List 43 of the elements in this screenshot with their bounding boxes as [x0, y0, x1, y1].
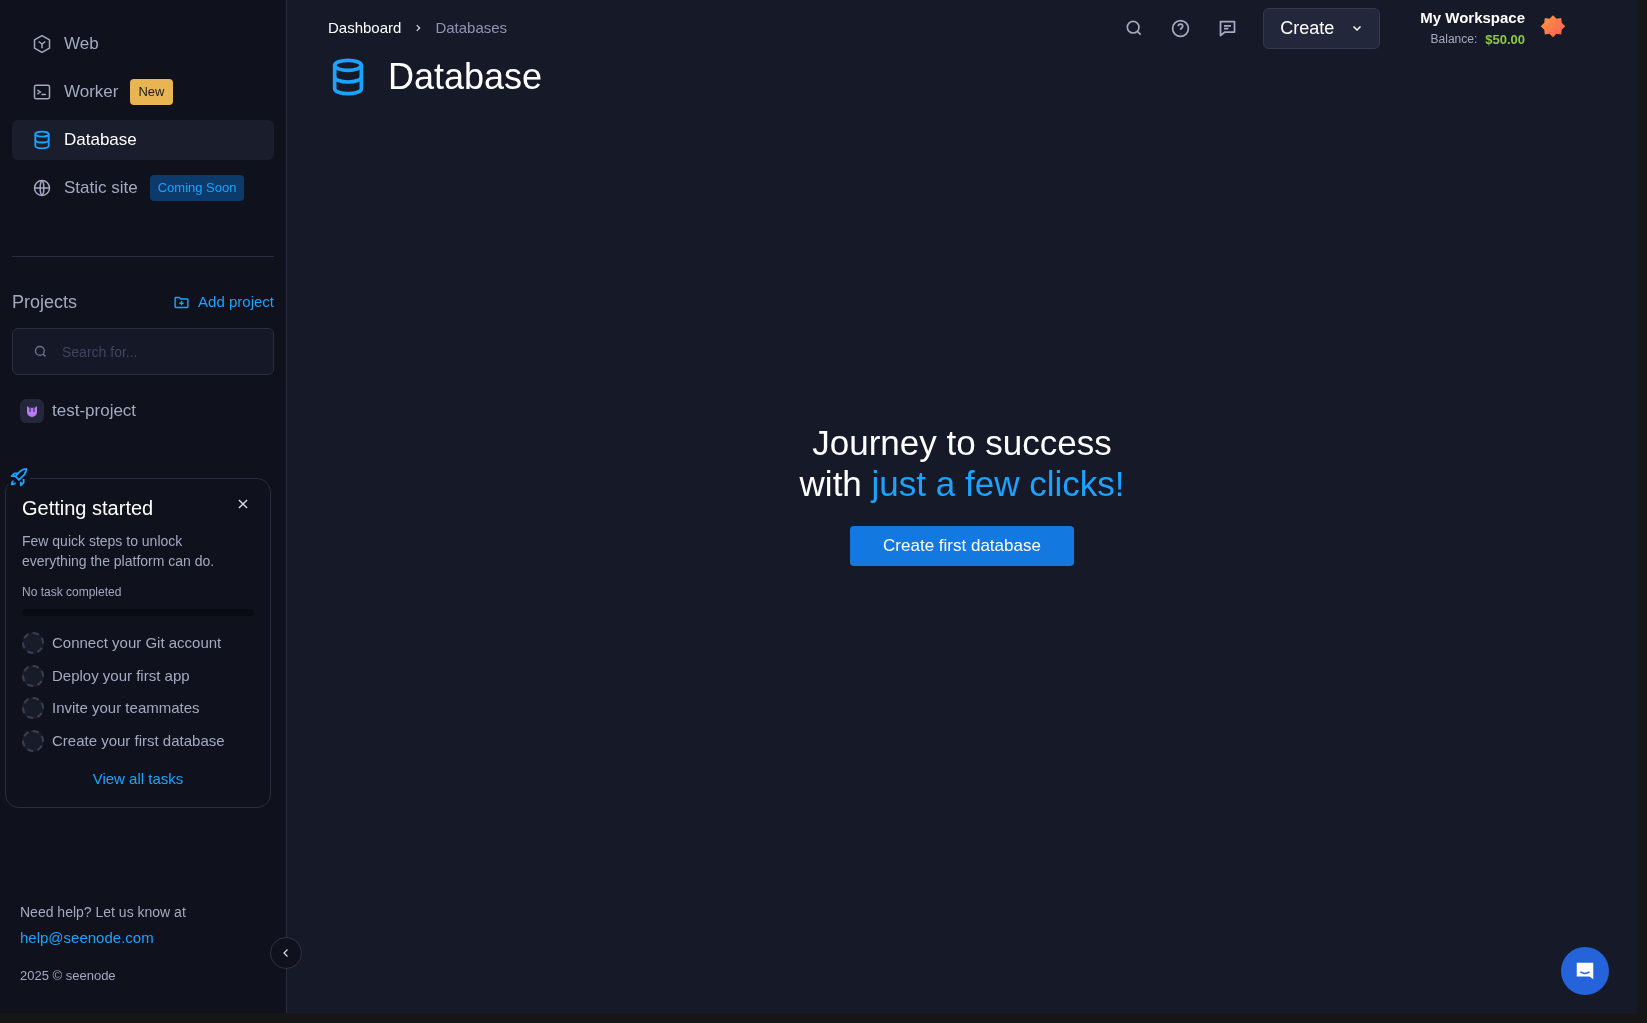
- database-icon: [32, 130, 52, 150]
- create-database-button[interactable]: Create first database: [850, 525, 1074, 566]
- projects-heading: Projects: [12, 291, 78, 314]
- help-text: Need help? Let us know at: [19, 903, 187, 922]
- nav-item[interactable]: Static site Coming Soon: [12, 168, 274, 208]
- workspace-name: My Workspace: [1420, 8, 1525, 28]
- breadcrumb-item: Databases: [435, 17, 508, 38]
- help-email-link[interactable]: help@seenode.com: [12, 927, 274, 950]
- copyright-text: 2025 © seenode: [19, 966, 117, 985]
- nav-item[interactable]: Web: [12, 24, 274, 64]
- headline: with just a few clicks!: [799, 462, 1125, 504]
- add-project-link[interactable]: Add project: [173, 291, 274, 314]
- create-button[interactable]: Create: [1263, 7, 1381, 49]
- task-label: Connect your Git account: [52, 633, 222, 653]
- project-item[interactable]: test-project: [12, 395, 274, 427]
- search-icon: [33, 344, 48, 359]
- task-label: Create your first database: [52, 730, 225, 751]
- chat-bubble-icon: [1574, 960, 1596, 982]
- balance-label: Balance:: [1430, 31, 1478, 49]
- status-badge: Coming Soon: [149, 175, 245, 201]
- terminal-icon: [32, 82, 52, 102]
- folder-plus-icon: [173, 294, 191, 311]
- collapse-sidebar-button[interactable]: [270, 937, 302, 969]
- cube-icon: [32, 34, 52, 54]
- card-title: Getting started: [22, 496, 154, 521]
- page-title: Database: [388, 55, 543, 99]
- task-label: Invite your teammates: [52, 698, 200, 718]
- card-description: Few quick steps to unlock everything the platform can do.: [22, 532, 216, 571]
- progress-label: No task completed: [22, 584, 123, 601]
- search-field[interactable]: Search for...: [12, 328, 274, 375]
- task-label: Deploy your first app: [52, 665, 190, 686]
- nav-item[interactable]: Database: [12, 120, 274, 160]
- view-all-tasks-link[interactable]: View all tasks: [92, 768, 184, 791]
- headline: Journey to success: [812, 421, 1112, 463]
- project-logo-icon: [20, 399, 44, 423]
- nav-item[interactable]: Worker New: [12, 72, 274, 112]
- close-icon: [236, 497, 250, 511]
- help-icon[interactable]: [1170, 17, 1192, 39]
- status-badge: New: [130, 79, 173, 105]
- breadcrumb-item[interactable]: Dashboard: [328, 16, 402, 40]
- chat-launcher-button[interactable]: [1561, 947, 1609, 995]
- balance-amount: $50.00: [1485, 30, 1525, 49]
- globe-icon: [32, 178, 52, 198]
